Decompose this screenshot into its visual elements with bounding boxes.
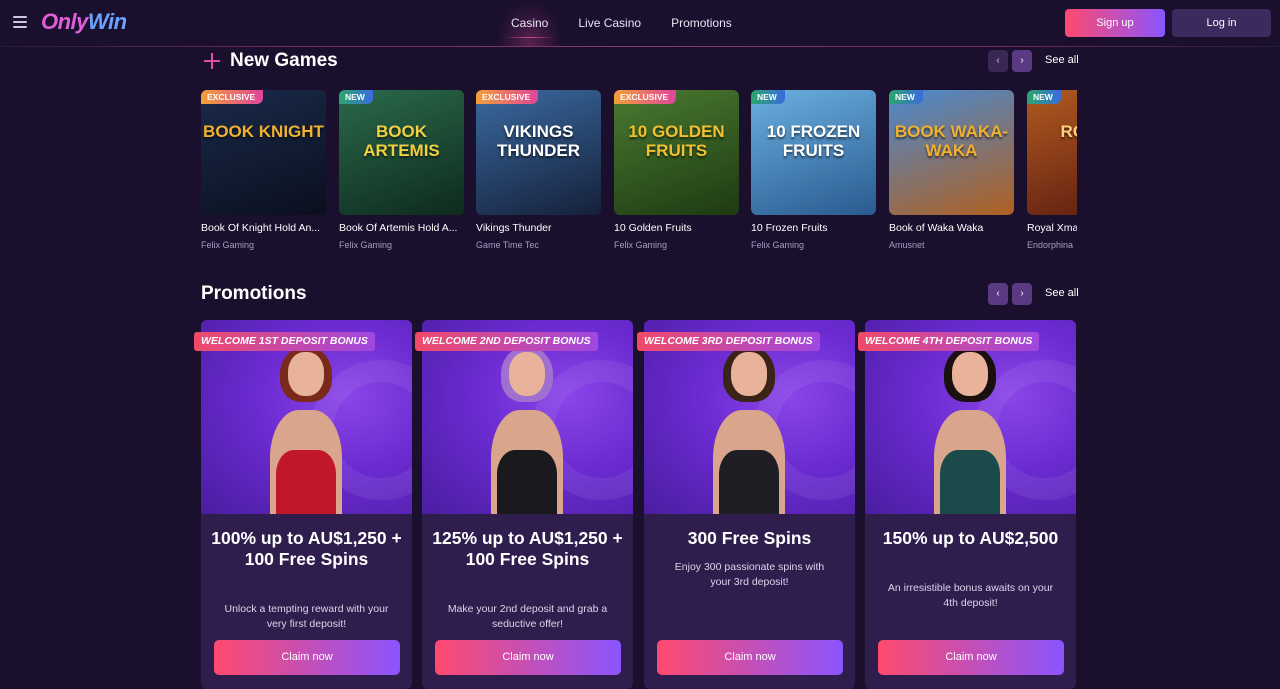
nav-live-casino[interactable]: Live Casino [563, 0, 656, 46]
top-header: OnlyWin Casino Live Casino Promotions Si… [0, 0, 1280, 47]
game-provider: Amusnet [889, 240, 925, 250]
game-badge: EXCLUSIVE [201, 90, 264, 104]
game-card[interactable]: VIKINGS THUNDER EXCLUSIVE Vikings Thunder G… [476, 90, 601, 250]
game-thumbnail[interactable]: 10 GOLDEN FRUITS EXCLUSIVE [614, 90, 739, 215]
character-illustration [256, 346, 356, 514]
game-logo-art: BOOK KNIGHT [203, 122, 324, 141]
hamburger-menu-icon[interactable] [13, 16, 27, 28]
game-thumbnail[interactable]: BOOK WAKA-WAKA NEW [889, 90, 1014, 215]
main-nav: Casino Live Casino Promotions [496, 0, 747, 46]
nav-casino[interactable]: Casino [496, 0, 564, 46]
game-thumbnail[interactable]: BOOK ARTEMIS NEW [339, 90, 464, 215]
signup-button[interactable]: Sign up [1065, 9, 1165, 37]
game-logo-art: 10 FROZEN FRUITS [766, 122, 861, 160]
next-arrow-button[interactable]: › [1012, 50, 1032, 72]
promo-title: 150% up to AU$2,500 [882, 528, 1059, 548]
game-thumbnail[interactable]: 10 FROZEN FRUITS NEW [751, 90, 876, 215]
promo-label-badge: WELCOME 2ND DEPOSIT BONUS [415, 332, 598, 351]
game-thumbnail[interactable]: VIKINGS THUNDER EXCLUSIVE [476, 90, 601, 215]
game-name[interactable]: Book Of Knight Hold An... [201, 222, 326, 234]
promo-description: Make your 2nd deposit and grab a seducti… [447, 603, 608, 630]
game-logo-art: VIKINGS THUNDER [496, 122, 581, 160]
game-logo-art: BOOK ARTEMIS [363, 122, 440, 160]
game-provider: Felix Gaming [201, 240, 255, 250]
game-badge: EXCLUSIVE [476, 90, 539, 104]
game-badge: NEW [889, 90, 923, 104]
game-name[interactable]: Book Of Artemis Hold A... [339, 222, 464, 234]
promo-label-badge: WELCOME 3RD DEPOSIT BONUS [637, 332, 820, 351]
game-thumbnail[interactable]: ROYAL NEW [1027, 90, 1077, 215]
game-name[interactable]: Book of Waka Waka [889, 222, 1014, 234]
section-title: New Games [230, 50, 338, 71]
claim-now-button[interactable]: Claim now [214, 640, 400, 675]
promo-description: Unlock a tempting reward with your very … [224, 603, 389, 630]
promotions-header: Promotions ‹ › See all [201, 283, 1079, 307]
game-logo-art: BOOK WAKA-WAKA [894, 122, 1009, 160]
game-logo-art: 10 GOLDEN FRUITS [628, 122, 725, 160]
promo-title: 125% up to AU$1,250 + 100 Free Spins [432, 528, 623, 569]
game-thumbnail[interactable]: BOOK KNIGHT EXCLUSIVE [201, 90, 326, 215]
game-provider: Felix Gaming [751, 240, 805, 250]
game-card[interactable]: 10 GOLDEN FRUITS EXCLUSIVE 10 Golden Fruit… [614, 90, 739, 250]
game-badge: NEW [339, 90, 373, 104]
game-provider: Felix Gaming [339, 240, 393, 250]
promo-title: 100% up to AU$1,250 + 100 Free Spins [211, 528, 402, 569]
character-illustration [699, 346, 799, 514]
promo-label-badge: WELCOME 4TH DEPOSIT BONUS [858, 332, 1040, 351]
promo-title: 300 Free Spins [687, 528, 812, 548]
game-name[interactable]: 10 Frozen Fruits [751, 222, 876, 234]
next-arrow-button[interactable]: › [1012, 283, 1032, 305]
plus-icon [204, 53, 220, 69]
game-badge: NEW [751, 90, 785, 104]
claim-now-button[interactable]: Claim now [878, 640, 1064, 675]
new-games-header: New Games ‹ › See all [201, 50, 1079, 74]
game-card[interactable]: BOOK WAKA-WAKA NEW Book of Waka Waka Amusne… [889, 90, 1014, 250]
game-logo-art: ROYAL [1060, 122, 1077, 141]
game-badge: NEW [1027, 90, 1061, 104]
game-badge: EXCLUSIVE [614, 90, 677, 104]
promo-label-badge: WELCOME 1ST DEPOSIT BONUS [194, 332, 375, 351]
nav-promotions[interactable]: Promotions [656, 0, 747, 46]
promo-description: An irresistible bonus awaits on your 4th… [887, 582, 1054, 609]
logo[interactable]: OnlyWin [41, 9, 127, 35]
see-all-link[interactable]: See all [1045, 287, 1079, 299]
claim-now-button[interactable]: Claim now [435, 640, 621, 675]
promo-card: WELCOME 2ND DEPOSIT BONUS 125% up to AU$1… [415, 320, 633, 689]
game-name[interactable]: Vikings Thunder [476, 222, 601, 234]
character-illustration [477, 346, 577, 514]
section-title: Promotions [201, 283, 307, 304]
game-card[interactable]: 10 FROZEN FRUITS NEW 10 Frozen Fruits Felix… [751, 90, 876, 250]
game-card[interactable]: BOOK ARTEMIS NEW Book Of Artemis Hold A...… [339, 90, 464, 250]
prev-arrow-button[interactable]: ‹ [988, 283, 1008, 305]
prev-arrow-button[interactable]: ‹ [988, 50, 1008, 72]
game-card[interactable]: BOOK KNIGHT EXCLUSIVE Book Of Knight Hold … [201, 90, 326, 250]
game-name[interactable]: Royal Xmas [1027, 222, 1077, 234]
claim-now-button[interactable]: Claim now [657, 640, 843, 675]
see-all-link[interactable]: See all [1045, 54, 1079, 66]
promo-card: WELCOME 3RD DEPOSIT BONUS 300 Free Spins E… [637, 320, 855, 689]
character-illustration [920, 346, 1020, 514]
game-card[interactable]: ROYAL NEW Royal Xmas Endorphina [1027, 90, 1077, 250]
game-provider: Felix Gaming [614, 240, 668, 250]
game-provider: Endorphina [1027, 240, 1074, 250]
login-button[interactable]: Log in [1172, 9, 1271, 37]
game-provider: Game Time Tec [476, 240, 539, 250]
promo-description: Enjoy 300 passionate spins with your 3rd… [674, 561, 825, 588]
games-carousel: BOOK KNIGHT EXCLUSIVE Book Of Knight Hold … [201, 90, 1077, 260]
game-name[interactable]: 10 Golden Fruits [614, 222, 739, 234]
promo-card: WELCOME 4TH DEPOSIT BONUS 150% up to AU$2… [858, 320, 1076, 689]
promo-card: WELCOME 1ST DEPOSIT BONUS 100% up to AU$1… [194, 320, 412, 689]
